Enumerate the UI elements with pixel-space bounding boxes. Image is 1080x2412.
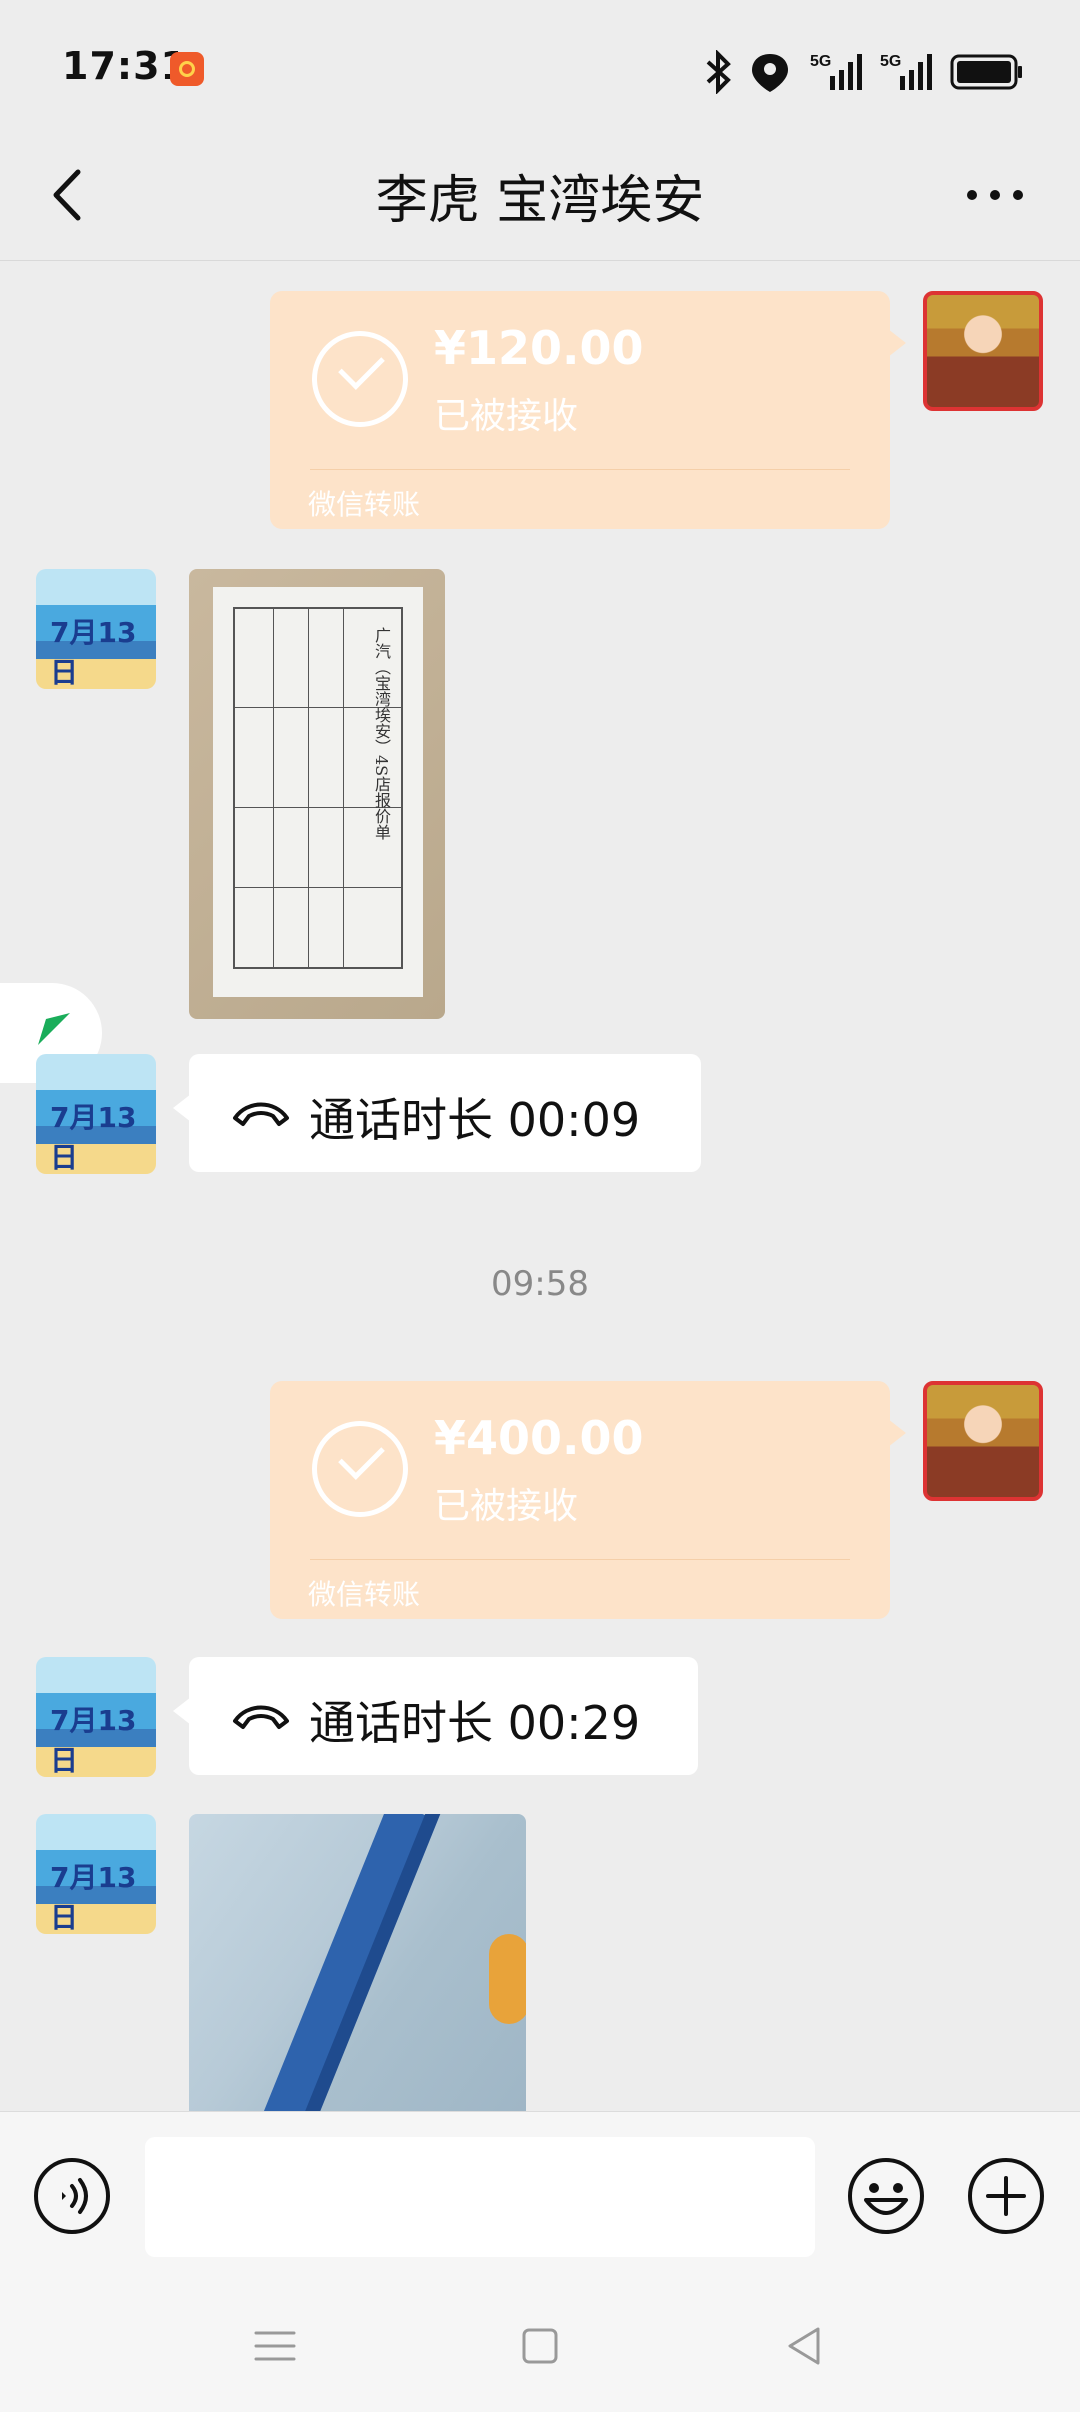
avatar-friend-text: 7月13日 xyxy=(50,1704,137,1777)
divider xyxy=(310,1559,850,1560)
network-label-1: 5G xyxy=(810,53,831,70)
avatar-self[interactable] xyxy=(923,291,1043,411)
signal-5g-icon: 5G xyxy=(880,53,932,90)
app-notification-icon xyxy=(170,52,204,86)
chevron-left-icon[interactable] xyxy=(40,160,110,230)
signal-5g-icon: 5G xyxy=(810,53,862,90)
chat-title: 李虎 宝湾埃安 xyxy=(375,171,705,231)
transfer-label: 微信转账 xyxy=(308,1578,421,1611)
back-nav-icon[interactable] xyxy=(780,2321,830,2371)
message-input[interactable] xyxy=(145,2137,815,2257)
quote-sheet-title: 广汽（宝湾埃安）4S店报价单 xyxy=(372,627,391,841)
chat-header: 李虎 宝湾埃安 xyxy=(0,130,1080,261)
avatar-friend[interactable]: 7月13日 xyxy=(36,1814,156,1934)
avatar-friend-text: 7月13日 xyxy=(50,616,137,689)
photo-detail xyxy=(489,1934,526,2024)
transfer-amount: ¥120.00 xyxy=(434,321,644,375)
emoji-icon[interactable] xyxy=(846,2156,926,2236)
divider xyxy=(310,469,850,470)
image-message-quote-sheet[interactable]: 广汽（宝湾埃安）4S店报价单 xyxy=(189,569,445,1019)
call-duration-text: 通话时长 00:29 xyxy=(309,1696,641,1750)
avatar-friend[interactable]: 7月13日 xyxy=(36,569,156,689)
call-duration-text: 通话时长 00:09 xyxy=(309,1093,641,1147)
phone-hangup-icon xyxy=(233,1102,289,1126)
system-nav-bar xyxy=(0,2281,1080,2412)
check-circle-icon xyxy=(312,331,408,427)
transfer-amount: ¥400.00 xyxy=(434,1411,644,1465)
call-bubble[interactable]: 通话时长 00:09 xyxy=(173,1054,701,1172)
home-nav-icon[interactable] xyxy=(515,2321,565,2371)
call-bubble[interactable]: 通话时长 00:29 xyxy=(173,1657,698,1775)
bluetooth-icon xyxy=(706,50,731,94)
status-bar: 17:31 5G 5G xyxy=(0,0,1080,130)
avatar-friend-text: 7月13日 xyxy=(50,1101,137,1174)
battery-icon xyxy=(950,54,1022,90)
message-timestamp: 09:58 xyxy=(491,1264,589,1304)
chat-message-list[interactable]: ¥120.00 已被接收 微信转账 7月13日 广汽（宝湾埃安）4S店报价单 7 xyxy=(0,261,1080,2111)
network-label-2: 5G xyxy=(880,53,901,70)
status-icons: 5G 5G xyxy=(706,50,1022,94)
avatar-friend[interactable]: 7月13日 xyxy=(36,1657,156,1777)
check-circle-icon xyxy=(312,1421,408,1517)
voice-input-icon[interactable] xyxy=(32,2156,112,2236)
transfer-card[interactable]: ¥120.00 已被接收 微信转账 xyxy=(270,291,906,529)
transfer-status: 已被接收 xyxy=(434,396,579,437)
avatar-self[interactable] xyxy=(923,1381,1043,1501)
avatar-friend-text: 7月13日 xyxy=(50,1861,137,1934)
avatar-friend[interactable]: 7月13日 xyxy=(36,1054,156,1174)
location-icon xyxy=(752,54,788,92)
input-bar xyxy=(0,2111,1080,2282)
transfer-card[interactable]: ¥400.00 已被接收 微信转账 xyxy=(270,1381,906,1619)
menu-nav-icon[interactable] xyxy=(250,2321,300,2371)
quote-sheet-paper: 广汽（宝湾埃安）4S店报价单 xyxy=(213,587,423,997)
more-dots-icon[interactable] xyxy=(950,160,1040,230)
image-message-car-interior[interactable] xyxy=(189,1814,526,2114)
transfer-label: 微信转账 xyxy=(308,488,421,521)
phone-hangup-icon xyxy=(233,1705,289,1729)
plus-icon[interactable] xyxy=(966,2156,1046,2236)
transfer-status: 已被接收 xyxy=(434,1486,579,1527)
